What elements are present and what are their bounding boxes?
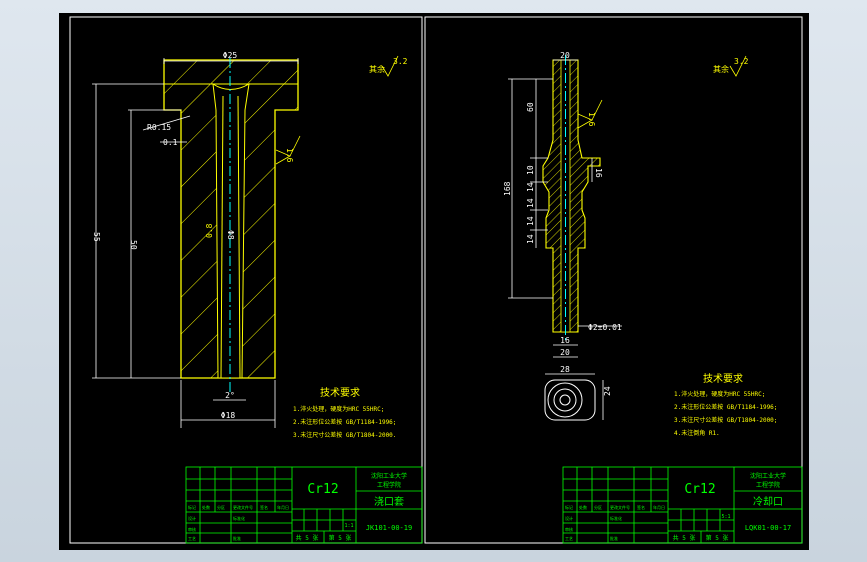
dim-angle: 2° [225, 391, 235, 400]
tb-row-label: 更改文件号 [233, 504, 253, 510]
drawing-number: LQK01-00-17 [745, 524, 791, 532]
dim-bottom-20: 20 [560, 348, 570, 357]
tb-row-label: 分区 [217, 504, 225, 510]
dim-inner-dia: Φ8 [226, 230, 235, 240]
tb-role: 设计 [188, 515, 196, 521]
school-dept: 工程学院 [377, 481, 401, 489]
tb-role: 设计 [565, 515, 573, 521]
sheet-total: 共 5 张 [673, 534, 696, 542]
tech-line: 2.未注形位公差按 GB/T1184-1996; [293, 418, 396, 426]
tb-role: 批准 [233, 535, 241, 541]
tb-row-label: 年月日 [653, 504, 665, 510]
dim-top-width: 20 [560, 51, 570, 60]
dim-chamfer: R0.15 [147, 123, 171, 132]
sheet-number: 第 5 张 [706, 534, 729, 542]
tb-role: 工艺 [188, 536, 196, 541]
school-dept: 工程学院 [756, 481, 780, 489]
dim-gap: 0.1 [163, 138, 178, 147]
school-name: 沈阳工业大学 [750, 472, 786, 480]
tech-line: 4.未注倒角 R1. [674, 429, 720, 437]
dim-hole-dia: Φ2±0.01 [588, 323, 622, 332]
part-name: 浇口套 [374, 495, 404, 508]
tb-role: 工艺 [565, 536, 573, 541]
tb-row-label: 签名 [637, 504, 645, 510]
tb-row-label: 标记 [565, 504, 573, 510]
tb-row-label: 处数 [202, 504, 210, 510]
roughness-mark: 1.6 [587, 112, 596, 127]
tb-role: 批准 [610, 535, 618, 541]
sheet-number: 第 5 张 [329, 534, 352, 542]
part-name: 冷却口 [753, 495, 783, 508]
dim-height-60: 60 [526, 102, 535, 112]
tech-line: 3.未注尺寸公差按 GB/T1804-2000. [293, 431, 396, 439]
dim-height-14: 14 [526, 234, 535, 244]
material: Cr12 [684, 482, 715, 497]
dim-bottom-16: 16 [560, 336, 570, 345]
scale: 5:1 [721, 514, 730, 520]
dim-height-14: 14 [526, 182, 535, 192]
drawing-number: JK101-00-19 [366, 524, 412, 532]
roughness-mark: 1.6 [285, 148, 294, 163]
dim-top-dia: Φ25 [223, 51, 238, 60]
roughness-label: 其余 [369, 64, 385, 74]
dim-height-10: 10 [526, 165, 535, 175]
roughness-label: 其余 [713, 64, 729, 74]
tech-title: 技术要求 [703, 372, 743, 385]
dim-height-14: 14 [526, 216, 535, 226]
tech-title: 技术要求 [320, 386, 360, 399]
tb-role: 标准化 [233, 515, 245, 521]
tb-row-label: 更改文件号 [610, 504, 630, 510]
tb-role: 标准化 [610, 515, 622, 521]
tech-line: 3.未注尺寸公差按 GB/T1804-2000; [674, 416, 777, 424]
tb-row-label: 标记 [188, 504, 196, 510]
dim-height-168: 168 [503, 181, 512, 196]
tb-role: 审核 [188, 526, 196, 532]
tech-line: 1.淬火处理，硬度为HRC 55HRC; [293, 405, 384, 413]
roughness-mark: 0.8 [205, 223, 214, 238]
dim-height-16: 16 [594, 168, 603, 178]
cad-viewport: Φ25 R0.15 0.1 55 50 Φ18 2° Φ8 其余 3.2 1.6… [59, 13, 809, 550]
dim-height-inner: 50 [129, 240, 138, 250]
roughness-value: 3.2 [393, 57, 408, 66]
dim-plan-width: 28 [560, 365, 570, 374]
tb-row-label: 分区 [594, 504, 602, 510]
dim-plan-height: 24 [603, 386, 612, 396]
dim-bottom-dia: Φ18 [221, 411, 236, 420]
roughness-value: 3.2 [734, 57, 749, 66]
tb-role: 审核 [565, 526, 573, 532]
tb-row-label: 签名 [260, 504, 268, 510]
tb-row-label: 年月日 [277, 504, 289, 510]
tb-row-label: 处数 [579, 504, 587, 510]
tech-line: 1.淬火处理，硬度为HRC 55HRC; [674, 390, 765, 398]
tech-line: 2.未注形位公差按 GB/T1184-1996; [674, 403, 777, 411]
dim-height-total: 55 [92, 232, 101, 242]
material: Cr12 [307, 482, 338, 497]
school-name: 沈阳工业大学 [371, 472, 407, 480]
scale: 1:1 [344, 523, 353, 529]
dim-height-14: 14 [526, 198, 535, 208]
sheet-total: 共 5 张 [296, 534, 319, 542]
